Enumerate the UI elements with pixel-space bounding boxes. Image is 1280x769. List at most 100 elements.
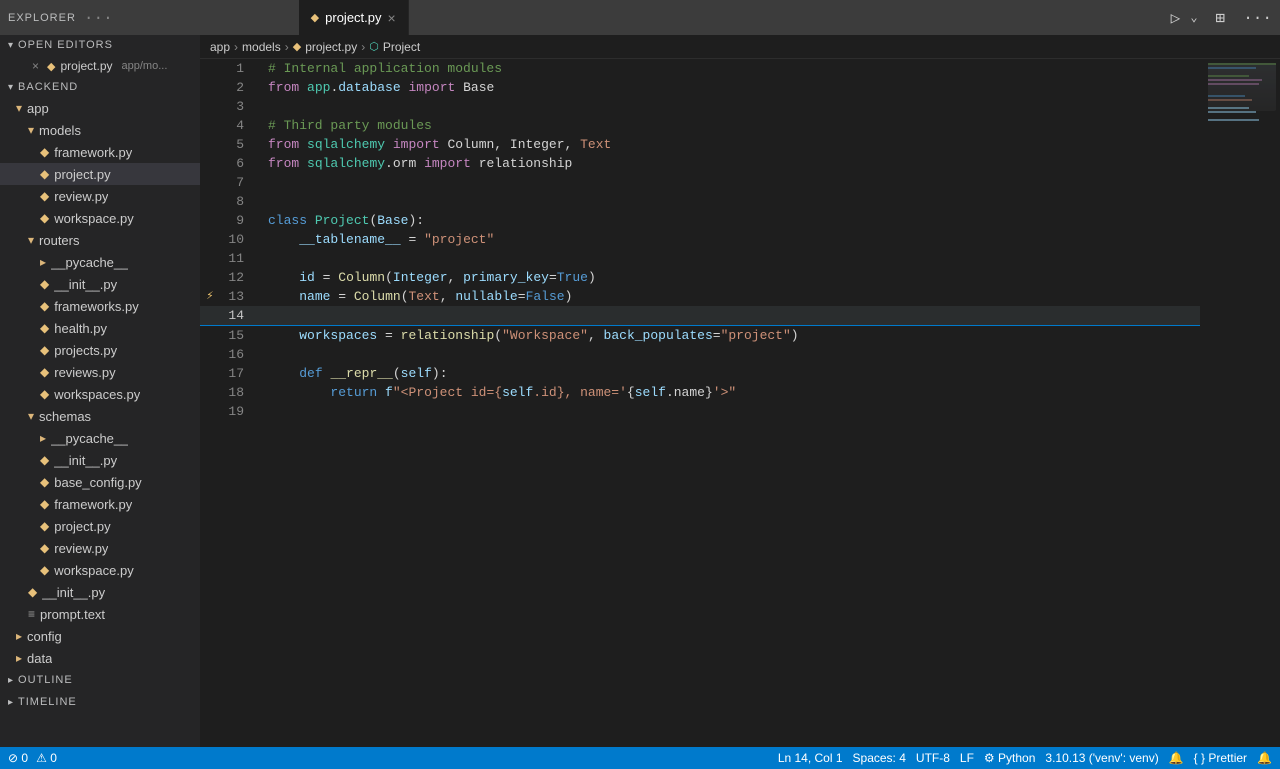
- sidebar-item-project2-py[interactable]: ◆ project.py: [0, 515, 200, 537]
- sidebar-item-app[interactable]: ▾ app: [0, 97, 200, 119]
- sidebar-item-review2-py[interactable]: ◆ review.py: [0, 537, 200, 559]
- status-python[interactable]: ⚙ Python: [984, 751, 1035, 765]
- outline-header[interactable]: ▸ OUTLINE: [0, 669, 200, 691]
- sidebar-item-workspace2-py[interactable]: ◆ workspace.py: [0, 559, 200, 581]
- breadcrumb-app[interactable]: app: [210, 40, 230, 54]
- breadcrumb-class[interactable]: ⬡ Project: [369, 40, 420, 54]
- timeline-header[interactable]: ▸ TIMELINE: [0, 691, 200, 713]
- status-python-version[interactable]: 3.10.13 ('venv': venv): [1045, 751, 1158, 765]
- status-errors[interactable]: ⊘ 0: [8, 751, 28, 765]
- title-more-icon[interactable]: ···: [84, 9, 113, 27]
- sidebar-item-prompt-label: prompt.text: [40, 607, 105, 622]
- status-prettier[interactable]: { } Prettier: [1194, 751, 1247, 765]
- line-content-18: return f"<Project id={self.id}, name='{s…: [260, 383, 1200, 402]
- editor-tab[interactable]: ◆ project.py ×: [299, 0, 409, 35]
- sidebar-item-workspace2-label: workspace.py: [54, 563, 133, 578]
- gutter-3: [200, 97, 220, 116]
- open-editor-item[interactable]: × ◆ project.py app/mo...: [0, 55, 200, 77]
- outline-label: OUTLINE: [18, 674, 73, 686]
- layout-button[interactable]: ⊞: [1216, 8, 1226, 28]
- title-right: ▷ ⌄ ⊞ ···: [1171, 8, 1272, 28]
- folder-icon: ▸: [40, 255, 46, 269]
- code-line-16: 16: [200, 345, 1200, 364]
- gutter-13: ⚡: [200, 287, 220, 306]
- line-content-17: def __repr__(self):: [260, 364, 1200, 383]
- breadcrumb-models[interactable]: models: [242, 40, 281, 54]
- error-count: 0: [21, 751, 28, 765]
- sidebar-item-projects-label: projects.py: [54, 343, 117, 358]
- sidebar-item-project-py[interactable]: ◆ project.py: [0, 163, 200, 185]
- sidebar-item-config[interactable]: ▸ config: [0, 625, 200, 647]
- status-bell[interactable]: 🔔: [1169, 751, 1184, 765]
- sidebar-item-base-config-py[interactable]: ◆ base_config.py: [0, 471, 200, 493]
- sidebar-item-framework2-label: framework.py: [54, 497, 132, 512]
- gutter-19: [200, 402, 220, 421]
- sidebar-item-health-py[interactable]: ◆ health.py: [0, 317, 200, 339]
- breadcrumb-file[interactable]: ◆ project.py: [293, 40, 358, 54]
- sidebar-item-init2-py[interactable]: ◆ __init__.py: [0, 449, 200, 471]
- status-encoding[interactable]: UTF-8: [916, 751, 950, 765]
- py-file-icon: ◆: [40, 541, 49, 555]
- bell-icon: 🔔: [1169, 751, 1184, 765]
- status-spaces[interactable]: Spaces: 4: [853, 751, 906, 765]
- timeline-arrow: ▸: [8, 697, 14, 708]
- sidebar-item-pycache2[interactable]: ▸ __pycache__: [0, 427, 200, 449]
- sidebar-item-frameworks-py[interactable]: ◆ frameworks.py: [0, 295, 200, 317]
- line-number-3: 3: [220, 97, 260, 116]
- py-file-icon: ◆: [40, 475, 49, 489]
- line-number-10: 10: [220, 230, 260, 249]
- code-line-19: 19: [200, 402, 1200, 421]
- sidebar-item-data[interactable]: ▸ data: [0, 647, 200, 669]
- line-number-19: 19: [220, 402, 260, 421]
- run-chevron-button[interactable]: ⌄: [1190, 10, 1197, 25]
- notification-icon: 🔔: [1257, 751, 1272, 765]
- status-left: ⊘ 0 ⚠ 0: [8, 751, 57, 765]
- sidebar-item-workspace-py[interactable]: ◆ workspace.py: [0, 207, 200, 229]
- backend-header[interactable]: ▾ BACKEND: [0, 77, 200, 97]
- sidebar-item-workspace-label: workspace.py: [54, 211, 133, 226]
- sidebar-item-frameworks-label: frameworks.py: [54, 299, 139, 314]
- sidebar-item-schemas[interactable]: ▾ schemas: [0, 405, 200, 427]
- sidebar-item-models[interactable]: ▾ models: [0, 119, 200, 141]
- open-editors-arrow: ▾: [8, 40, 14, 51]
- sidebar-item-routers[interactable]: ▾ routers: [0, 229, 200, 251]
- sidebar-item-framework2-py[interactable]: ◆ framework.py: [0, 493, 200, 515]
- line-number-7: 7: [220, 173, 260, 192]
- sidebar-item-init3-py[interactable]: ◆ __init__.py: [0, 581, 200, 603]
- title-bar: EXPLORER ··· ◆ project.py × ▷ ⌄ ⊞ ···: [0, 0, 1280, 35]
- tab-close-button[interactable]: ×: [388, 10, 396, 26]
- line-content-9: class Project(Base):: [260, 211, 1200, 230]
- sidebar-item-projects-py[interactable]: ◆ projects.py: [0, 339, 200, 361]
- open-editor-filename: project.py: [60, 59, 112, 73]
- code-line-8: 8: [200, 192, 1200, 211]
- line-content-12: id = Column(Integer, primary_key=True): [260, 268, 1200, 287]
- open-editor-close[interactable]: ×: [32, 59, 39, 73]
- status-eol[interactable]: LF: [960, 751, 974, 765]
- run-button[interactable]: ▷: [1171, 8, 1181, 28]
- sidebar: ▾ OPEN EDITORS × ◆ project.py app/mo... …: [0, 35, 200, 747]
- sidebar-item-framework-py[interactable]: ◆ framework.py: [0, 141, 200, 163]
- sidebar-item-review-py[interactable]: ◆ review.py: [0, 185, 200, 207]
- prettier-icon: { }: [1194, 751, 1205, 765]
- sidebar-item-init-py[interactable]: ◆ __init__.py: [0, 273, 200, 295]
- sidebar-item-pycache[interactable]: ▸ __pycache__: [0, 251, 200, 273]
- py-file-icon: ◆: [40, 387, 49, 401]
- sidebar-item-prompt-text[interactable]: ≡ prompt.text: [0, 603, 200, 625]
- py-file-icon: ◆: [40, 497, 49, 511]
- code-line-9: 9 class Project(Base):: [200, 211, 1200, 230]
- status-notifications[interactable]: 🔔: [1257, 751, 1272, 765]
- folder-open-icon: ▾: [28, 123, 34, 137]
- open-editors-header[interactable]: ▾ OPEN EDITORS: [0, 35, 200, 55]
- sidebar-item-reviews-py[interactable]: ◆ reviews.py: [0, 361, 200, 383]
- line-content-13: name = Column(Text, nullable=False): [260, 287, 1200, 306]
- status-warnings[interactable]: ⚠ 0: [36, 751, 57, 765]
- more-button[interactable]: ···: [1243, 9, 1272, 27]
- py-file-icon: ◆: [40, 189, 49, 203]
- status-position[interactable]: Ln 14, Col 1: [778, 751, 843, 765]
- folder-open-icon: ▾: [28, 409, 34, 423]
- code-editor[interactable]: 1 # Internal application modules 2 from …: [200, 59, 1200, 747]
- sidebar-item-models-label: models: [39, 123, 81, 138]
- sidebar-item-workspaces-py[interactable]: ◆ workspaces.py: [0, 383, 200, 405]
- py-file-icon: ◆: [40, 343, 49, 357]
- line-number-11: 11: [220, 249, 260, 268]
